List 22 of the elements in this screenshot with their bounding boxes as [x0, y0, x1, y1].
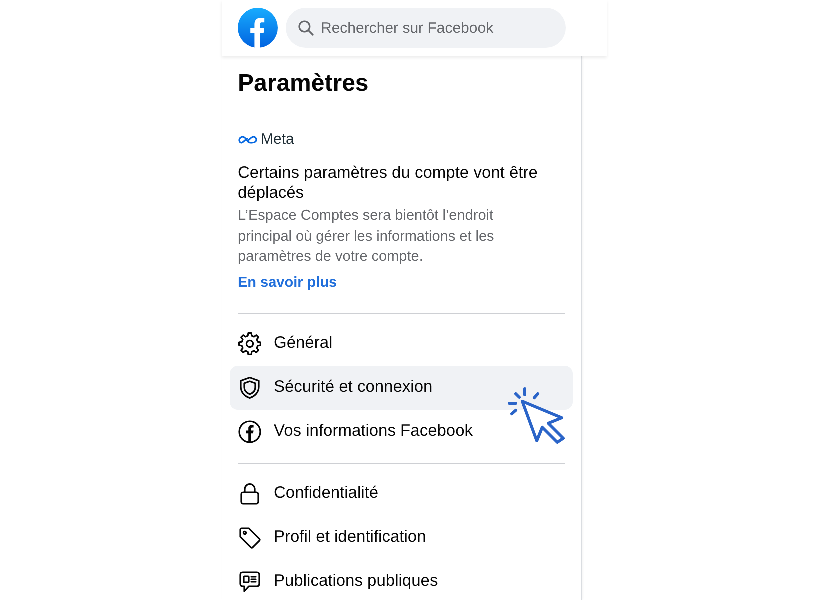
learn-more-link[interactable]: En savoir plus — [238, 272, 338, 292]
brand-name: Meta — [261, 132, 294, 148]
notice-heading: Certains paramètres du compte vont être déplacés — [238, 163, 539, 203]
settings-menu-item[interactable]: Général — [230, 322, 573, 366]
facebook-logo-icon — [238, 420, 262, 444]
search-field[interactable]: Rechercher sur Facebook — [286, 8, 566, 48]
speech-bubble-icon — [238, 570, 262, 594]
notice-text: L’Espace Comptes sera bientôt l’endroit principal où gérer les informations et les paramètres de votre compte. — [238, 207, 496, 267]
settings-menu-item[interactable]: Confidentialité — [230, 472, 573, 516]
search-icon — [298, 20, 314, 36]
settings-menu-item[interactable]: Publications publiques — [230, 560, 573, 600]
lock-icon — [238, 482, 262, 506]
page-title: Paramètres — [238, 70, 370, 98]
tag-icon — [238, 526, 262, 550]
settings-menu-item[interactable]: Profil et identification — [230, 516, 573, 560]
facebook-logo-icon[interactable] — [238, 8, 278, 48]
gear-icon — [238, 332, 262, 356]
shield-icon — [238, 376, 262, 400]
infinity-logo-icon — [238, 135, 258, 145]
click-cursor-icon — [508, 387, 566, 444]
settings-menu-item[interactable]: Sécurité et connexion — [230, 366, 573, 410]
settings-menu-item[interactable]: Vos informations Facebook — [230, 410, 573, 454]
